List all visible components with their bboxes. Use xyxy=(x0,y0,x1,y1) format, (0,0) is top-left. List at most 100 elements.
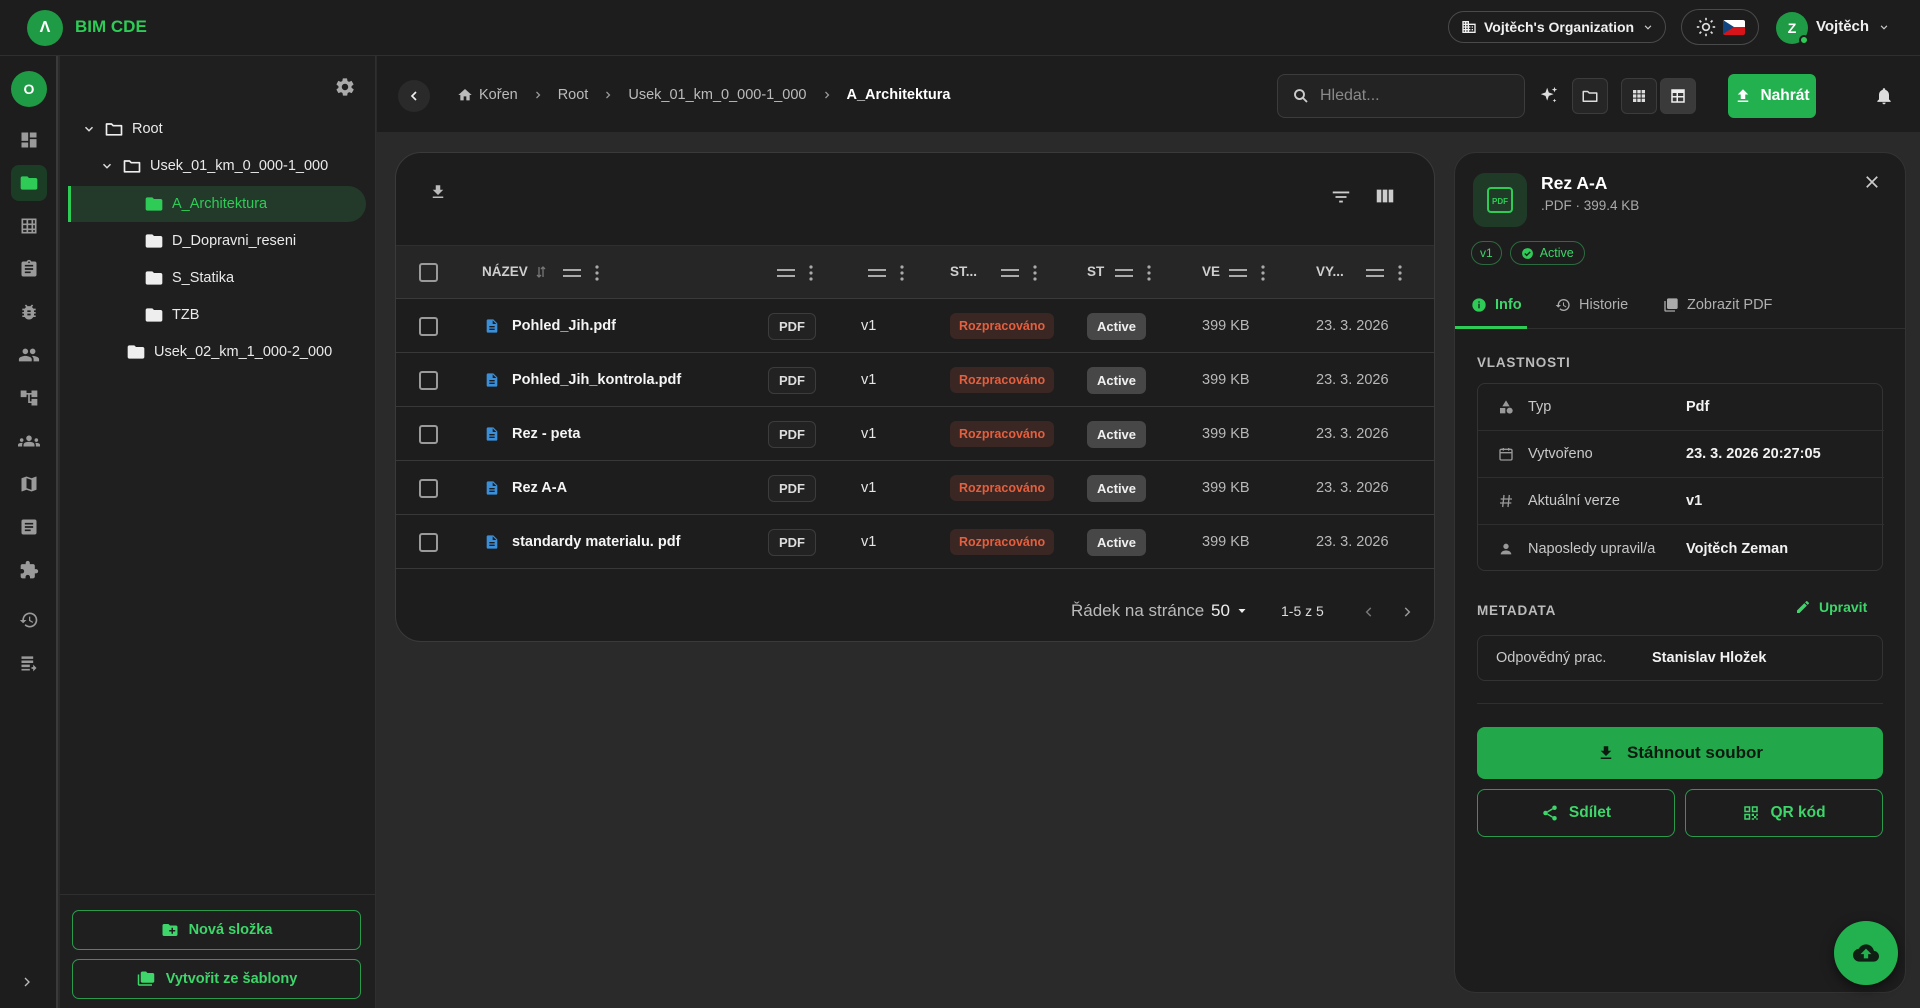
tree-item-a-architektura[interactable]: A_Architektura xyxy=(144,187,267,221)
puzzle-icon[interactable] xyxy=(11,552,47,588)
download-file-button[interactable]: Stáhnout soubor xyxy=(1477,727,1883,779)
more-vert-icon[interactable] xyxy=(1261,265,1265,281)
gear-icon[interactable] xyxy=(334,76,356,98)
table-row[interactable]: Pohled_Jih.pdf PDF v1 Rozpracováno Active 399… xyxy=(396,299,1434,353)
checkbox-box xyxy=(419,424,438,444)
ai-sparkle-icon[interactable] xyxy=(1531,78,1567,114)
file-name-cell[interactable]: Rez A-A xyxy=(484,461,567,515)
folder-icon[interactable] xyxy=(11,165,47,201)
column-header-state[interactable]: ST xyxy=(1087,264,1104,279)
more-vert-icon[interactable] xyxy=(1147,265,1151,281)
tree-item-root[interactable]: Root xyxy=(82,112,163,146)
history-icon[interactable] xyxy=(11,602,47,638)
app-brand[interactable]: BIM CDE xyxy=(75,17,147,37)
sort-icon[interactable] xyxy=(536,265,546,279)
hierarchy-icon[interactable] xyxy=(11,380,47,416)
drag-handle-icon[interactable] xyxy=(1115,267,1133,279)
columns-icon[interactable] xyxy=(1374,185,1396,207)
breadcrumb-root[interactable]: Kořen xyxy=(457,87,518,103)
drag-handle-icon[interactable] xyxy=(563,267,581,279)
tab-view-pdf[interactable]: Zobrazit PDF xyxy=(1663,281,1772,329)
search-input[interactable] xyxy=(1320,87,1510,105)
table-view-button[interactable] xyxy=(1660,78,1696,114)
people-icon[interactable] xyxy=(11,337,47,373)
more-vert-icon[interactable] xyxy=(1033,265,1037,281)
tree-item-s-statika[interactable]: S_Statika xyxy=(144,261,234,295)
drag-handle-icon[interactable] xyxy=(1229,267,1247,279)
edit-metadata-button[interactable]: Upravit xyxy=(1795,599,1867,615)
row-checkbox[interactable] xyxy=(419,407,438,461)
breadcrumb-item[interactable]: Usek_01_km_0_000-1_000 xyxy=(628,87,806,103)
map-icon[interactable] xyxy=(11,466,47,502)
chevron-right-icon[interactable] xyxy=(19,974,35,990)
folder-view-button[interactable] xyxy=(1572,78,1608,114)
grid-view-button[interactable] xyxy=(1621,78,1657,114)
qr-code-button[interactable]: QR kód xyxy=(1685,789,1883,837)
row-checkbox[interactable] xyxy=(419,353,438,407)
more-vert-icon[interactable] xyxy=(595,265,599,281)
tree-item-d-dopravni-reseni[interactable]: D_Dopravni_reseni xyxy=(144,224,296,258)
team-icon[interactable] xyxy=(11,423,47,459)
tree-item-usek-01[interactable]: Usek_01_km_0_000-1_000 xyxy=(100,149,328,183)
table-row[interactable]: Pohled_Jih_kontrola.pdf PDF v1 Rozpracováno… xyxy=(396,353,1434,407)
chevron-down-icon[interactable] xyxy=(82,122,96,136)
search-box[interactable] xyxy=(1277,74,1525,118)
row-checkbox[interactable] xyxy=(419,299,438,353)
more-vert-icon[interactable] xyxy=(1398,265,1402,281)
file-name-cell[interactable]: standardy materialu. pdf xyxy=(484,515,680,569)
back-button[interactable] xyxy=(398,80,430,112)
create-from-template-button[interactable]: Vytvořit ze šablony xyxy=(72,959,361,999)
new-folder-button[interactable]: Nová složka xyxy=(72,910,361,950)
theme-language-toggle[interactable] xyxy=(1681,9,1759,45)
dashboard-icon[interactable] xyxy=(11,122,47,158)
column-header-created[interactable]: VY... xyxy=(1316,264,1344,279)
archive-icon[interactable] xyxy=(11,645,47,681)
filter-icon[interactable] xyxy=(1330,186,1352,208)
clipboard-icon[interactable] xyxy=(11,251,47,287)
app-logo[interactable]: Λ xyxy=(27,10,63,46)
user-menu[interactable]: Vojtěch xyxy=(1816,18,1891,35)
rows-per-page-select[interactable]: 50 xyxy=(1211,601,1248,621)
cloud-upload-fab[interactable] xyxy=(1834,921,1898,985)
download-icon[interactable] xyxy=(429,183,447,201)
workspace-avatar[interactable]: O xyxy=(11,71,47,107)
file-name-cell[interactable]: Pohled_Jih.pdf xyxy=(484,299,616,353)
document-list-icon[interactable] xyxy=(11,509,47,545)
select-all-checkbox[interactable] xyxy=(419,263,438,282)
upload-button[interactable]: Nahrát xyxy=(1728,74,1816,118)
more-vert-icon[interactable] xyxy=(809,265,813,281)
bug-icon[interactable] xyxy=(11,294,47,330)
table-row[interactable]: Rez - peta PDF v1 Rozpracováno Active 399 KB 2… xyxy=(396,407,1434,461)
czech-flag-icon[interactable] xyxy=(1722,19,1745,35)
tab-info[interactable]: Info xyxy=(1471,281,1522,329)
row-checkbox[interactable] xyxy=(419,461,438,515)
organization-selector[interactable]: Vojtěch's Organization xyxy=(1448,11,1666,43)
state-badge: Active xyxy=(1087,420,1147,448)
column-header-size[interactable]: VE xyxy=(1202,264,1220,279)
file-name-cell[interactable]: Rez - peta xyxy=(484,407,581,461)
prev-page-icon[interactable] xyxy=(1362,605,1376,619)
table-row[interactable]: standardy materialu. pdf PDF v1 Rozpracován… xyxy=(396,515,1434,569)
close-icon[interactable] xyxy=(1863,173,1881,191)
tree-item-tzb[interactable]: TZB xyxy=(144,298,199,332)
table-row[interactable]: Rez A-A PDF v1 Rozpracováno Active 399 KB 23. … xyxy=(396,461,1434,515)
user-avatar[interactable]: Z xyxy=(1776,12,1809,45)
next-page-icon[interactable] xyxy=(1400,605,1414,619)
column-header-name[interactable]: NÁZEV xyxy=(482,264,546,279)
drag-handle-icon[interactable] xyxy=(868,267,886,279)
drag-handle-icon[interactable] xyxy=(777,267,795,279)
bell-icon[interactable] xyxy=(1874,86,1894,106)
sun-icon[interactable] xyxy=(1696,17,1716,37)
share-button[interactable]: Sdílet xyxy=(1477,789,1675,837)
tab-history[interactable]: Historie xyxy=(1555,281,1628,329)
breadcrumb-item[interactable]: Root xyxy=(558,87,589,103)
chevron-down-icon[interactable] xyxy=(100,159,114,173)
table-icon[interactable] xyxy=(11,208,47,244)
more-vert-icon[interactable] xyxy=(900,265,904,281)
drag-handle-icon[interactable] xyxy=(1001,267,1019,279)
drag-handle-icon[interactable] xyxy=(1366,267,1384,279)
file-name-cell[interactable]: Pohled_Jih_kontrola.pdf xyxy=(484,353,681,407)
row-checkbox[interactable] xyxy=(419,515,438,569)
column-header-status[interactable]: ST... xyxy=(950,264,977,279)
tree-item-usek-02[interactable]: Usek_02_km_1_000-2_000 xyxy=(126,335,332,369)
